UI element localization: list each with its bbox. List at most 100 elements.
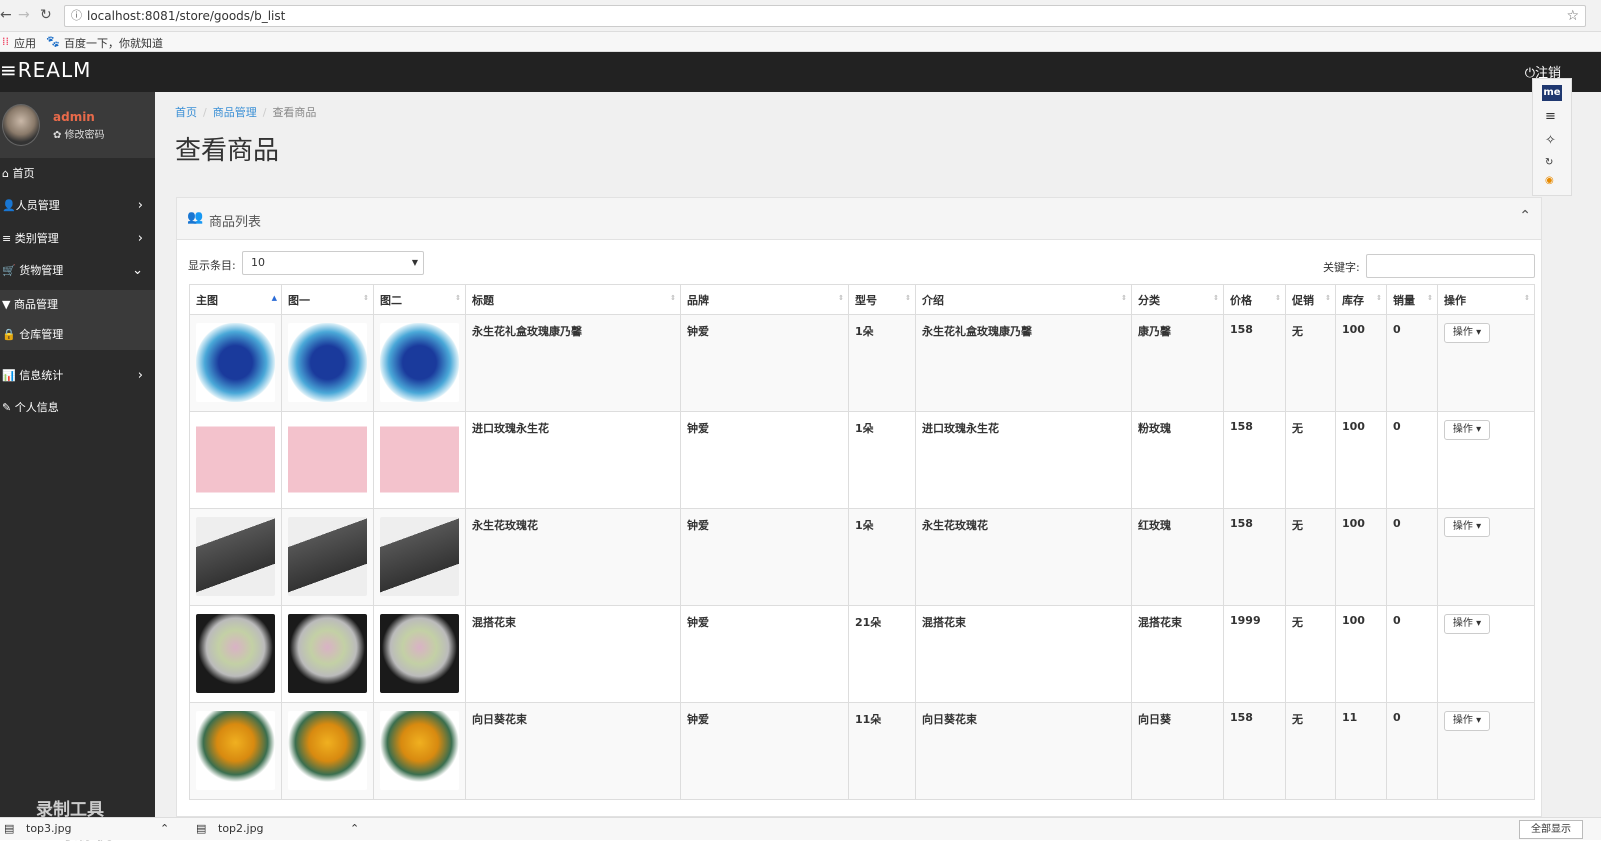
product-image[interactable]: [380, 614, 459, 693]
action-dropdown-button[interactable]: 操作 ▾: [1444, 517, 1490, 537]
model-cell: 1朵: [848, 508, 916, 606]
me-badge[interactable]: me: [1542, 85, 1562, 101]
product-image[interactable]: [196, 323, 275, 402]
stock-cell: 100: [1335, 411, 1387, 509]
column-header-image2[interactable]: 图二 ⇕: [373, 284, 466, 315]
forward-icon[interactable]: →: [18, 7, 30, 23]
page-length-select[interactable]: 10 ▼: [242, 251, 424, 275]
sort-icon: ⇕: [1427, 294, 1433, 302]
bookmark-star-icon[interactable]: ☆: [1566, 6, 1579, 26]
column-header-sales[interactable]: 销量 ⇕: [1386, 284, 1438, 315]
sidebar-item-warehouse[interactable]: 🔒 仓库管理: [0, 320, 155, 350]
column-header-brand[interactable]: 品牌 ⇕: [680, 284, 849, 315]
main-image-cell: [189, 605, 282, 703]
address-bar[interactable]: ⓘ localhost:8081/store/goods/b_list ☆: [64, 5, 1586, 27]
info-icon[interactable]: ⓘ: [71, 6, 82, 26]
product-image[interactable]: [196, 711, 275, 790]
breadcrumb-section[interactable]: 商品管理: [213, 106, 257, 119]
product-image[interactable]: [380, 323, 459, 402]
sidebar-item-personnel[interactable]: 👤人员管理 ›: [0, 190, 155, 222]
action-dropdown-button[interactable]: 操作 ▾: [1444, 614, 1490, 634]
sidebar: admin ✿ 修改密码 ⌂ 首页 👤人员管理 › ≡ 类别管理 › 🛒 货物管理 ⌄…: [0, 92, 155, 844]
chevron-down-icon: ⌄: [132, 263, 143, 278]
chevron-up-icon[interactable]: ⌃: [160, 822, 169, 835]
product-image[interactable]: [288, 517, 367, 596]
menu-icon[interactable]: ≡: [1545, 109, 1556, 124]
column-header-category[interactable]: 分类 ⇕: [1131, 284, 1224, 315]
product-image[interactable]: [196, 420, 275, 499]
brand-cell: 钟爱: [680, 605, 849, 703]
brand-cell: 钟爱: [680, 411, 849, 509]
stock-cell: 11: [1335, 702, 1387, 800]
back-icon[interactable]: ←: [0, 7, 12, 23]
column-header-price[interactable]: 价格 ⇕: [1223, 284, 1286, 315]
product-image[interactable]: [380, 711, 459, 790]
reload-icon[interactable]: ↻: [40, 7, 52, 23]
column-header-intro[interactable]: 介绍 ⇕: [915, 284, 1132, 315]
product-image[interactable]: [288, 323, 367, 402]
column-header-action[interactable]: 操作 ⇕: [1437, 284, 1535, 315]
action-dropdown-button[interactable]: 操作 ▾: [1444, 323, 1490, 343]
page-length-value: 10: [251, 256, 265, 269]
product-image[interactable]: [380, 420, 459, 499]
goods-table: 主图 ▲ 图一 ⇕ 图二 ⇕ 标题 ⇕ 品牌 ⇕ 型号 ⇕ 介绍 ⇕ 分类 ⇕ 价格 ⇕ 促销 ⇕ …: [189, 284, 1535, 800]
chevron-up-icon[interactable]: ⌃: [1519, 208, 1531, 224]
bookmark-apps[interactable]: 应用: [14, 35, 36, 51]
sales-cell: 0: [1386, 702, 1438, 800]
keyword-search-input[interactable]: [1366, 254, 1535, 278]
sales-cell: 0: [1386, 411, 1438, 509]
brand-logo[interactable]: ≡REALM: [0, 58, 91, 82]
download-item[interactable]: top2.jpg: [218, 822, 264, 835]
sort-icon: ⇕: [670, 294, 676, 302]
column-header-image1[interactable]: 图一 ⇕: [281, 284, 374, 315]
product-image[interactable]: [288, 420, 367, 499]
product-image[interactable]: [288, 614, 367, 693]
sidebar-item-label: ✎ 个人信息: [2, 401, 59, 414]
sidebar-item-home[interactable]: ⌂ 首页: [0, 158, 155, 190]
browser-toolbar: ← → ↻ ⓘ localhost:8081/store/goods/b_lis…: [0, 0, 1601, 32]
category-cell: 康乃馨: [1131, 314, 1224, 412]
panel-header: 👥 商品列表 ⌃: [177, 198, 1541, 240]
sidebar-item-category[interactable]: ≡ 类别管理 ›: [0, 223, 155, 255]
eye-icon[interactable]: ◉: [1545, 175, 1554, 186]
price-cell: 158: [1223, 508, 1286, 606]
model-cell: 1朵: [848, 411, 916, 509]
download-item[interactable]: top3.jpg: [26, 822, 72, 835]
sidebar-item-goods[interactable]: 🛒 货物管理 ⌄: [0, 255, 155, 287]
image2-cell: [373, 508, 466, 606]
sidebar-item-profile[interactable]: ✎ 个人信息: [0, 392, 155, 424]
action-dropdown-button[interactable]: 操作 ▾: [1444, 420, 1490, 440]
action-dropdown-button[interactable]: 操作 ▾: [1444, 711, 1490, 731]
sidebar-item-statistics[interactable]: 📊 信息统计 ›: [0, 360, 155, 392]
file-icon: ▤: [4, 822, 15, 835]
column-header-model[interactable]: 型号 ⇕: [848, 284, 916, 315]
product-image[interactable]: [196, 517, 275, 596]
caret-down-icon: ▼: [411, 258, 418, 267]
download-bar: ▤ top3.jpg ⌃ ▤ top2.jpg ⌃ 全部显示: [0, 817, 1601, 840]
product-image[interactable]: [288, 711, 367, 790]
chevron-right-icon: ›: [137, 198, 143, 213]
product-image[interactable]: [196, 614, 275, 693]
chevron-up-icon[interactable]: ⌃: [350, 822, 359, 835]
show-all-downloads-button[interactable]: 全部显示: [1519, 820, 1583, 839]
refresh-icon[interactable]: ↻: [1545, 157, 1553, 168]
breadcrumb: 首页 / 商品管理 / 查看商品: [175, 106, 317, 119]
product-image[interactable]: [380, 517, 459, 596]
breadcrumb-home[interactable]: 首页: [175, 106, 197, 119]
column-header-title[interactable]: 标题 ⇕: [465, 284, 681, 315]
bookmark-baidu[interactable]: 百度一下，你就知道: [64, 35, 163, 51]
column-header-main-image[interactable]: 主图 ▲: [189, 284, 282, 315]
sort-icon: ⇕: [363, 294, 369, 302]
change-password-link[interactable]: ✿ 修改密码: [53, 126, 105, 141]
avatar: [2, 104, 40, 146]
sort-icon: ⇕: [838, 294, 844, 302]
magic-wand-icon[interactable]: ✧: [1545, 133, 1556, 148]
apps-icon[interactable]: ⁞⁞: [2, 35, 9, 48]
sidebar-item-products[interactable]: ▼ 商品管理: [0, 290, 155, 320]
column-header-stock[interactable]: 库存 ⇕: [1335, 284, 1387, 315]
promo-cell: 无: [1285, 702, 1336, 800]
intro-cell: 进口玫瑰永生花: [915, 411, 1132, 509]
sort-icon: ⇕: [1376, 294, 1382, 302]
column-header-promo[interactable]: 促销 ⇕: [1285, 284, 1336, 315]
sort-icon: ⇕: [905, 294, 911, 302]
